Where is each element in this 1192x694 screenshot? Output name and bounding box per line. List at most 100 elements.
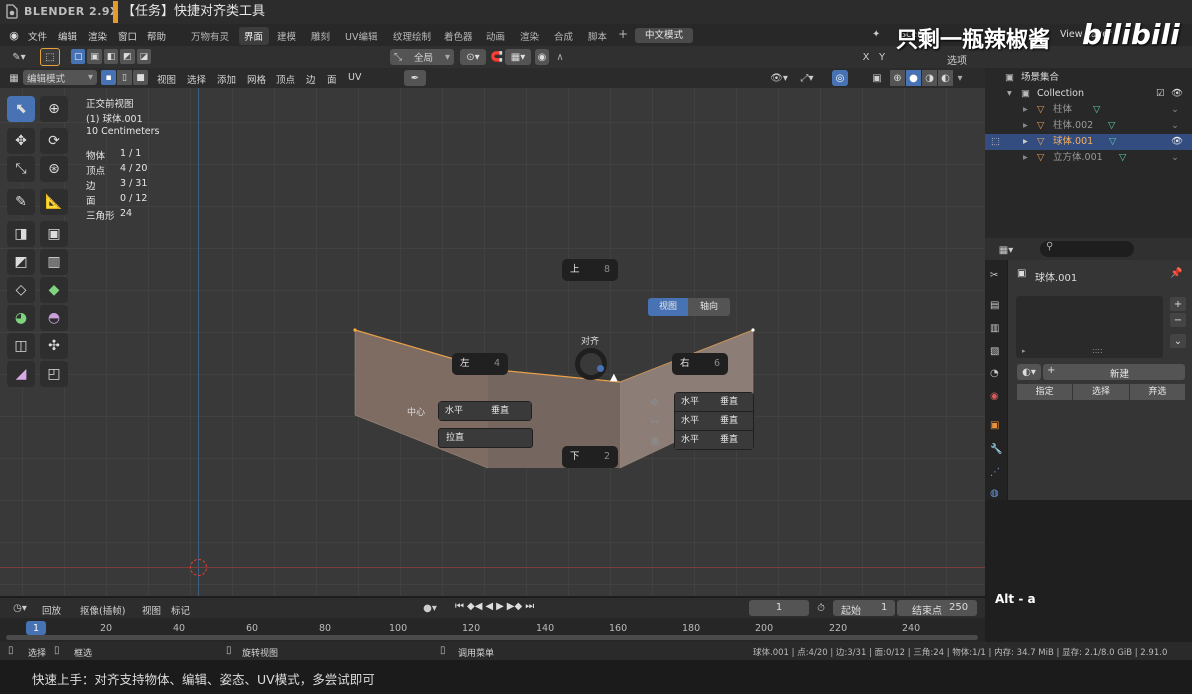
prev-keyframe-icon[interactable]: ◆◀ <box>467 601 482 612</box>
header-menu-edge[interactable]: 边 <box>306 72 316 86</box>
vertex-select-icon[interactable]: ▪ <box>101 70 116 85</box>
checkbox-icon[interactable]: ☑ <box>1156 86 1165 102</box>
annotate-tool-icon[interactable]: ✎ <box>7 189 35 215</box>
bevel-tool-icon[interactable]: ◩ <box>7 249 35 275</box>
center-horizontal-button[interactable]: 水平 <box>439 402 485 420</box>
edge-select-icon[interactable]: ▯ <box>117 70 132 85</box>
timeline-menu-playback[interactable]: 回放 <box>42 603 61 617</box>
inset-tool-icon[interactable]: ▣ <box>40 221 68 247</box>
face-select-icon[interactable]: ■ <box>133 70 148 85</box>
rotate-tool-icon[interactable]: ⟳ <box>40 128 68 154</box>
expand-arrow-icon[interactable]: ▸ <box>1023 102 1028 118</box>
view-layer-tab-icon[interactable]: ▧ <box>990 346 999 357</box>
scale-tool-icon[interactable]: ⤡ <box>7 156 35 182</box>
tab-workspace-uv[interactable]: UV编辑 <box>345 29 377 43</box>
end-frame-field[interactable]: 结束点 250 <box>897 600 977 617</box>
shrink-fatten-tool-icon[interactable]: ✣ <box>40 333 68 359</box>
blender-menu-icon[interactable]: ◉ <box>8 29 20 42</box>
outliner-item-row[interactable]: ▸ ▽ 柱体 ▽ ⌄ <box>985 102 1192 118</box>
menu-edit[interactable]: 编辑 <box>58 29 77 43</box>
pie-bottom-button[interactable]: 下2 <box>562 446 618 468</box>
timeline-editor-icon[interactable]: ◷▾ <box>8 601 32 615</box>
transform-orientation-select[interactable]: ⤡ 全局 ▾ <box>390 49 454 65</box>
browse-material-icon[interactable]: ◐▾ <box>1017 364 1041 380</box>
axis-x-icon[interactable]: X <box>860 49 872 65</box>
collapse-arrow-icon[interactable]: ▾ <box>1007 86 1012 102</box>
expand-arrow-icon[interactable]: ▸ <box>1023 134 1028 150</box>
gizmo-icon[interactable]: ⤢▾ <box>796 70 818 86</box>
tab-workspace-sculpt[interactable]: 雕刻 <box>311 29 330 43</box>
particles-tab-icon[interactable]: ⋰ <box>990 467 1000 478</box>
play-icon[interactable]: ▶ <box>496 601 504 612</box>
loop-cut-tool-icon[interactable]: ▥ <box>40 249 68 275</box>
material-slot-list[interactable] <box>1016 296 1163 358</box>
axis-y-icon[interactable]: Y <box>876 49 888 65</box>
language-mode-chip[interactable]: 中文模式 <box>635 28 693 43</box>
header-menu-face[interactable]: 面 <box>327 72 337 86</box>
stopwatch-icon[interactable]: ⏱ <box>815 601 827 615</box>
timeline-menu-marker[interactable]: 标记 <box>171 603 190 617</box>
align-vertical-button[interactable]: 垂直 <box>714 393 753 411</box>
eye-closed-icon[interactable]: ⌄ <box>1171 102 1179 118</box>
jump-end-icon[interactable]: ⏭ <box>525 601 534 612</box>
select-intersect-icon[interactable]: ◪ <box>136 49 152 64</box>
select-invert-icon[interactable]: ◩ <box>120 49 135 64</box>
eye-closed-icon[interactable]: ⌄ <box>1171 150 1179 166</box>
straighten-button[interactable]: 拉直 <box>438 428 533 448</box>
timeline-menu-view[interactable]: 视图 <box>142 603 161 617</box>
edge-slide-tool-icon[interactable]: ◫ <box>7 333 35 359</box>
move-tool-icon[interactable]: ✥ <box>7 128 35 154</box>
header-menu-select[interactable]: 选择 <box>187 72 206 86</box>
list-expand-icon[interactable]: ▸ <box>1022 347 1026 355</box>
distribute-vertical-button[interactable]: 垂直 <box>714 412 753 430</box>
overlays-icon[interactable]: ◎ <box>832 70 848 86</box>
output-tab-icon[interactable]: ▥ <box>990 323 999 334</box>
center-vertical-button[interactable]: 垂直 <box>485 402 531 420</box>
pivot-point-icon[interactable]: ⊙▾ <box>460 49 486 65</box>
proportional-edit-icon[interactable]: ◉ <box>535 49 549 65</box>
header-menu-vertex[interactable]: 顶点 <box>276 72 295 86</box>
header-menu-uv[interactable]: UV <box>348 72 361 83</box>
select-extend-icon[interactable]: ▣ <box>87 49 102 64</box>
modifier-tab-icon[interactable]: 🔧 <box>990 444 1002 455</box>
spin-tool-icon[interactable]: ◕ <box>7 305 35 331</box>
tab-workspace-shading[interactable]: 着色器 <box>444 29 473 43</box>
pie-right-button[interactable]: 右6 <box>672 353 728 375</box>
new-material-button[interactable]: + 新建 <box>1043 364 1185 380</box>
menu-file[interactable]: 文件 <box>28 29 47 43</box>
pin-icon[interactable]: 📌 <box>1170 268 1182 279</box>
edit-mode-icon[interactable]: ⬚ <box>991 134 1000 150</box>
cursor-tool-icon[interactable]: ⊕ <box>40 96 68 122</box>
assign-button[interactable]: 指定 <box>1017 384 1073 400</box>
chevron-down-icon[interactable]: ▾ <box>954 70 966 86</box>
wireframe-shading-icon[interactable]: ⊕ <box>890 70 905 86</box>
add-slot-icon[interactable]: + <box>1170 297 1186 311</box>
outliner-collection-row[interactable]: ▾ ▣ Collection ☑ 👁 <box>985 86 1192 102</box>
transform-tool-icon[interactable]: ⊛ <box>40 156 68 182</box>
eye-icon[interactable]: 👁 <box>1171 134 1183 150</box>
world-tab-icon[interactable]: ◉ <box>990 391 999 402</box>
play-reverse-icon[interactable]: ◀ <box>485 601 493 612</box>
material-shading-icon[interactable]: ◑ <box>922 70 937 86</box>
list-resize-handle[interactable]: :::: <box>1092 346 1103 355</box>
pie-top-button[interactable]: 上8 <box>562 259 618 281</box>
knife-tool-icon[interactable]: ◇ <box>7 277 35 303</box>
tab-workspace-layout[interactable]: 界面 <box>244 29 263 43</box>
rip-tool-icon[interactable]: ◰ <box>40 361 68 387</box>
timeline-menu-keying[interactable]: 抠像(插帧) <box>80 603 125 617</box>
menu-help[interactable]: 帮助 <box>147 29 166 43</box>
timeline-scrollbar[interactable] <box>6 635 978 640</box>
match-horizontal-button[interactable]: 水平 <box>675 431 714 449</box>
tab-workspace-modeling[interactable]: 建模 <box>277 29 296 43</box>
scene-icon[interactable]: ✦ <box>872 29 880 40</box>
tool-tab-icon[interactable]: ✂ <box>990 270 998 281</box>
select-tool-icon[interactable]: ⬉ <box>7 96 35 122</box>
visibility-icon[interactable]: 👁▾ <box>768 70 790 86</box>
record-keyframe-icon[interactable]: ●▾ <box>418 601 442 615</box>
tab-workspace-animation[interactable]: 动画 <box>486 29 505 43</box>
measure-tool-icon[interactable]: 📐 <box>40 189 68 215</box>
match-vertical-button[interactable]: 垂直 <box>714 431 753 449</box>
slot-specials-icon[interactable]: ⌄ <box>1170 334 1186 348</box>
tab-workspace-0[interactable]: 万物有灵 <box>191 29 229 43</box>
select-button[interactable]: 选择 <box>1073 384 1129 400</box>
